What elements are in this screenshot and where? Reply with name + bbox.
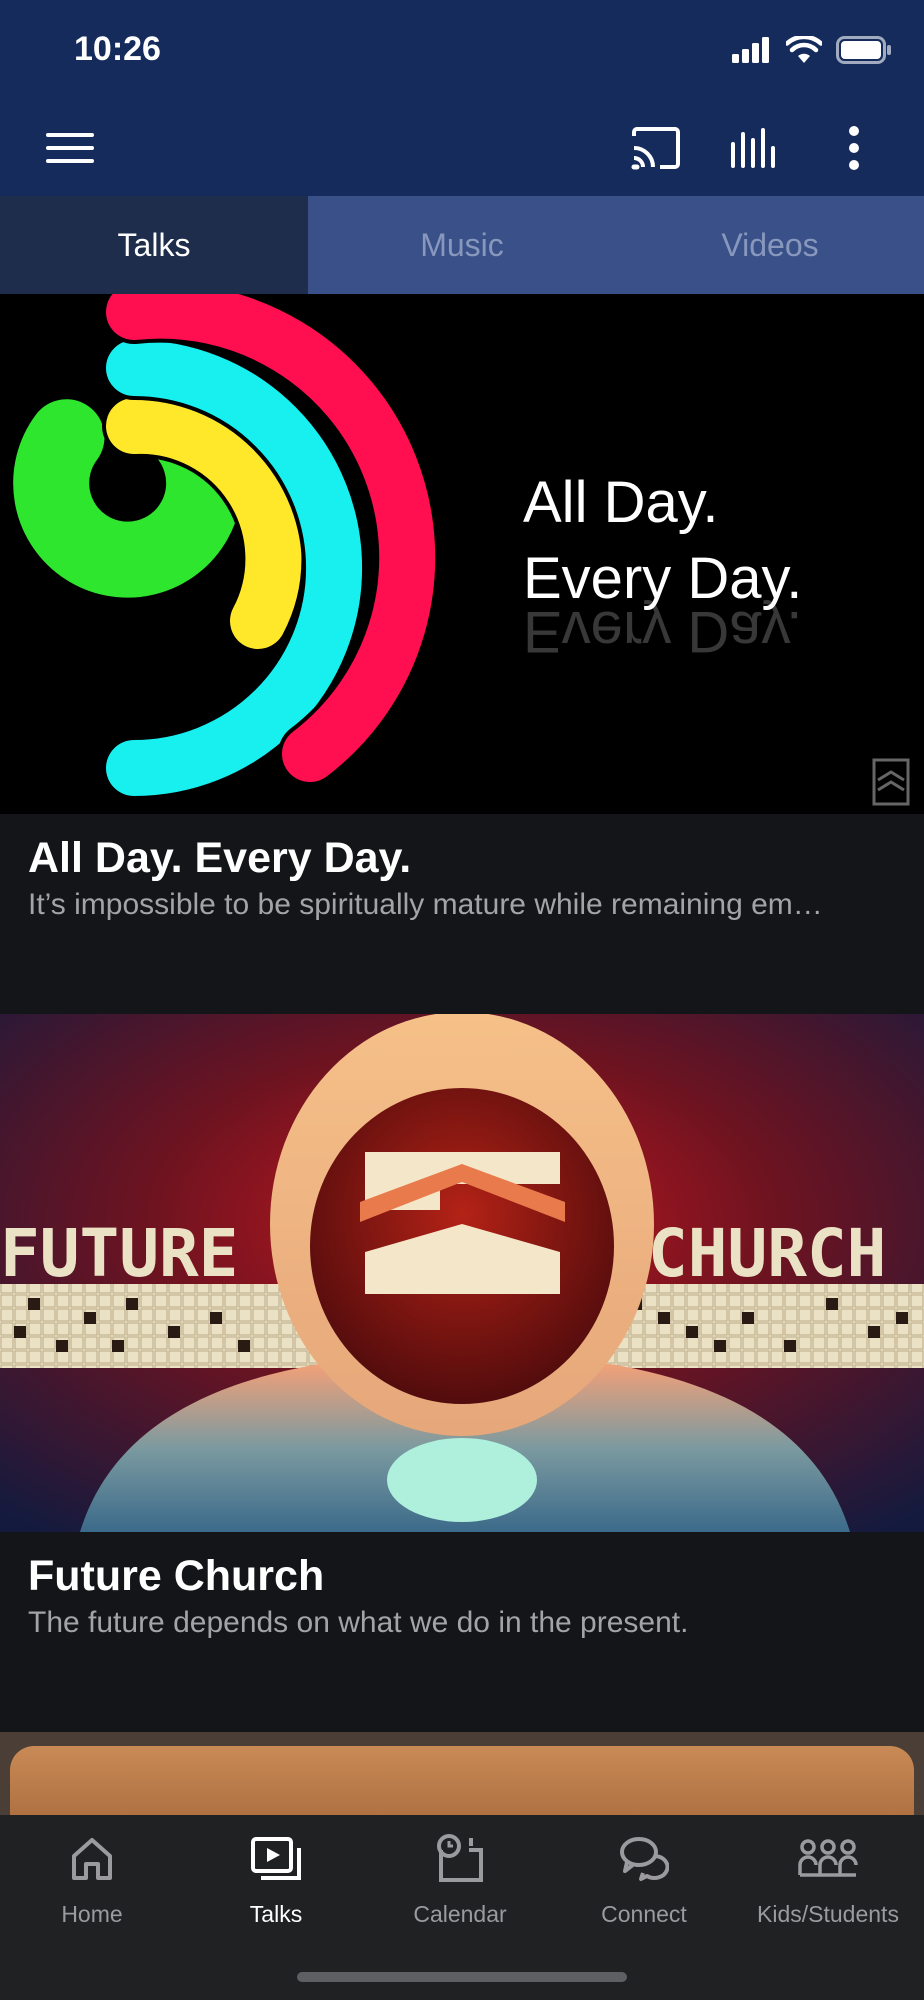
artwork-word-church: CHURCH (648, 1215, 886, 1292)
tab-music[interactable]: Music (308, 196, 616, 294)
status-bar: 10:26 (0, 0, 924, 100)
nav-label-home: Home (61, 1901, 123, 1927)
artwork-line-2-reflection: Every Day. (523, 599, 802, 664)
wood-panel-artwork (10, 1746, 914, 1815)
home-indicator[interactable] (297, 1972, 627, 1982)
series-artwork-future-church[interactable]: FUTURE CHURCH (0, 1014, 924, 1532)
tab-videos[interactable]: Videos (616, 196, 924, 294)
church-logo-mark (872, 758, 910, 806)
status-time: 10:26 (74, 30, 161, 68)
nav-calendar[interactable]: Calendar (368, 1815, 552, 1935)
nav-label-kids-students: Kids/Students (757, 1901, 899, 1927)
audio-levels-icon[interactable] (727, 120, 783, 176)
media-tabs: Talks Music Videos (0, 196, 924, 294)
nav-home[interactable]: Home (0, 1815, 184, 1935)
battery-icon (836, 36, 891, 64)
tab-talks[interactable]: Talks (0, 196, 308, 294)
wifi-icon (786, 36, 822, 63)
series-card-all-day[interactable]: All Day. Every Day. It’s impossible to b… (0, 814, 924, 1014)
card-title: All Day. Every Day. (28, 834, 412, 882)
video-library-icon (250, 1833, 302, 1885)
cellular-signal-icon (732, 37, 769, 63)
series-artwork-next[interactable] (0, 1732, 924, 1815)
artwork-word-future: FUTURE (0, 1215, 238, 1292)
hamburger-menu-icon[interactable] (42, 120, 98, 176)
nav-kids-students[interactable]: Kids/Students (736, 1815, 920, 1935)
cast-icon[interactable] (628, 120, 684, 176)
activity-rings-artwork: All Day. Every Day. Every Day. (9, 294, 910, 806)
more-vertical-icon[interactable] (826, 120, 882, 176)
app-bar (0, 100, 924, 196)
artwork-line-1: All Day. (523, 470, 719, 535)
card-title: Future Church (28, 1552, 325, 1600)
nav-label-calendar: Calendar (413, 1901, 507, 1927)
status-icons (732, 36, 892, 64)
card-subtitle: The future depends on what we do in the … (28, 1606, 689, 1639)
nav-label-talks: Talks (249, 1901, 303, 1927)
chat-bubbles-icon (619, 1833, 669, 1885)
series-artwork-all-day[interactable]: All Day. Every Day. Every Day. (0, 294, 924, 814)
series-card-future-church[interactable]: Future Church The future depends on what… (0, 1532, 924, 1732)
group-icon (798, 1833, 858, 1885)
nav-connect[interactable]: Connect (552, 1815, 736, 1935)
astronaut-artwork: FUTURE CHURCH (0, 1014, 924, 1532)
nav-label-connect: Connect (601, 1901, 687, 1927)
card-subtitle: It’s impossible to be spiritually mature… (28, 888, 823, 921)
calendar-icon (435, 1833, 485, 1885)
home-icon (70, 1833, 114, 1885)
nav-talks[interactable]: Talks (184, 1815, 368, 1935)
